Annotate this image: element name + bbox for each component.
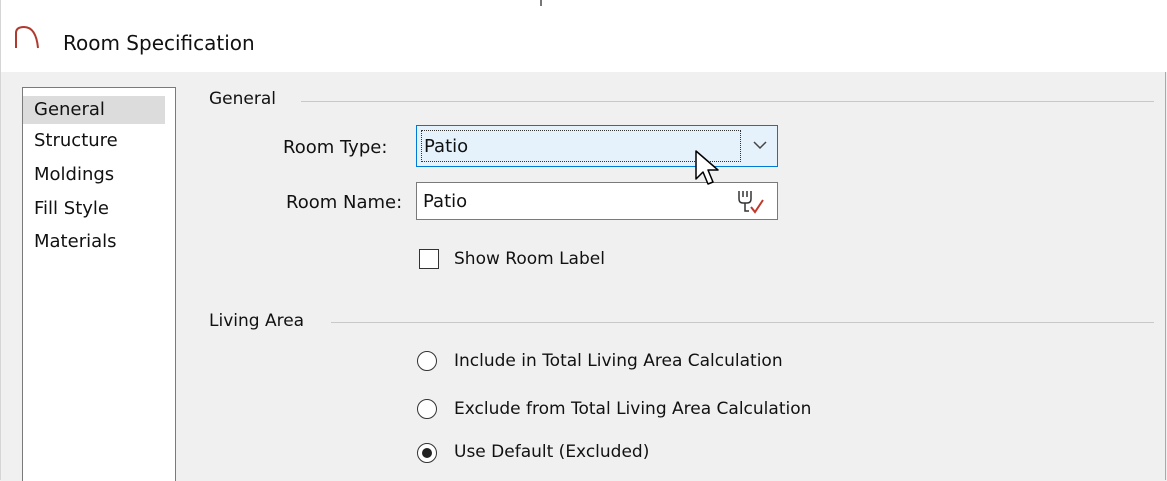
radio-selected-dot xyxy=(422,448,432,458)
chevron-down-icon[interactable] xyxy=(751,136,769,154)
room-name-value: Patio xyxy=(423,191,468,212)
text-macro-icon[interactable] xyxy=(733,187,767,217)
use-default-radio[interactable] xyxy=(417,443,437,463)
show-room-label-text[interactable]: Show Room Label xyxy=(454,249,605,269)
nav-item-fill-style[interactable]: Fill Style xyxy=(23,195,109,223)
living-area-group-heading: Living Area xyxy=(209,311,315,331)
include-living-area-radio[interactable] xyxy=(417,351,437,371)
room-specification-dialog: Room Specification General Structure Mol… xyxy=(0,0,1167,481)
room-type-value: Patio xyxy=(424,136,469,157)
use-default-label[interactable]: Use Default (Excluded) xyxy=(454,442,649,462)
living-area-group-divider xyxy=(331,322,1154,323)
title-bar: Room Specification xyxy=(1,0,1167,72)
nav-item-moldings[interactable]: Moldings xyxy=(23,161,114,189)
room-name-label: Room Name: xyxy=(286,192,403,213)
include-living-area-label[interactable]: Include in Total Living Area Calculation xyxy=(454,351,783,371)
arch-icon xyxy=(15,25,39,49)
exclude-living-area-label[interactable]: Exclude from Total Living Area Calculati… xyxy=(454,399,811,419)
category-list: General Structure Moldings Fill Style Ma… xyxy=(22,87,176,481)
exclude-living-area-radio[interactable] xyxy=(417,399,437,419)
general-group-heading: General xyxy=(209,89,286,109)
mouse-pointer-icon xyxy=(695,150,719,185)
focus-rectangle xyxy=(421,130,741,162)
nav-item-structure[interactable]: Structure xyxy=(23,127,118,155)
nav-item-materials[interactable]: Materials xyxy=(23,228,117,256)
show-room-label-checkbox[interactable] xyxy=(419,249,439,269)
nav-item-general[interactable]: General xyxy=(23,96,165,124)
room-type-label: Room Type: xyxy=(283,137,388,158)
title-bar-mark xyxy=(540,0,542,6)
general-group-divider xyxy=(301,101,1154,102)
dialog-title: Room Specification xyxy=(63,31,255,55)
